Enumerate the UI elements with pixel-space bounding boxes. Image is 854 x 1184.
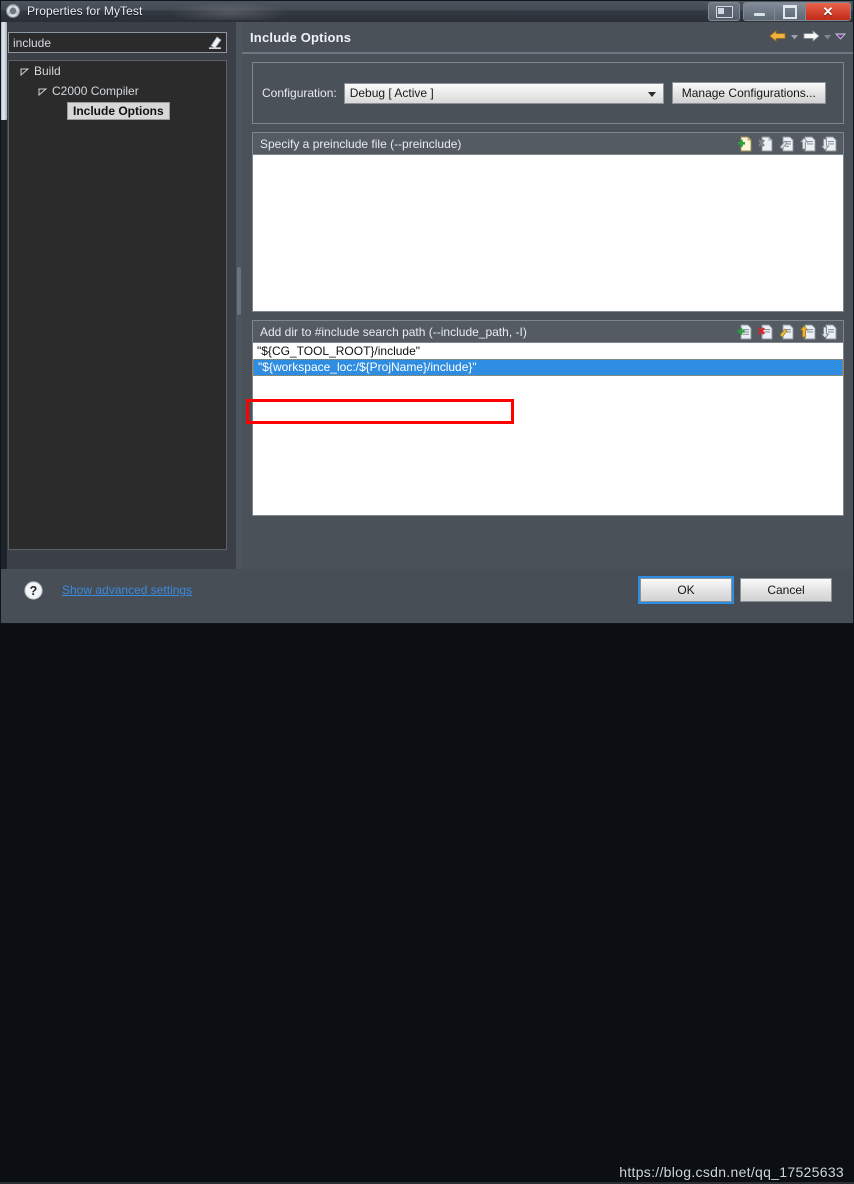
sidebar-item-label: C2000 Compiler [52, 84, 139, 98]
title-bar: Properties for MyTest ✕ [0, 0, 854, 23]
sidebar-item-label: Include Options [67, 102, 170, 120]
configuration-value: Debug [ Active ] [349, 86, 434, 100]
configuration-label: Configuration: [262, 86, 337, 100]
help-question-icon[interactable]: ? [24, 581, 43, 600]
include-path-title: Add dir to #include search path (--inclu… [260, 324, 527, 339]
sidebar-item-c2000-compiler[interactable]: C2000 Compiler [9, 81, 226, 101]
chevron-down-icon[interactable] [823, 26, 832, 46]
eraser-icon[interactable] [204, 33, 226, 52]
preinclude-header: Specify a preinclude file (--preinclude) [253, 133, 843, 155]
close-button[interactable]: ✕ [806, 3, 850, 20]
list-item[interactable]: "${workspace_loc:/${ProjName}/include}" [253, 359, 843, 376]
chevron-down-icon[interactable] [647, 91, 656, 97]
delete-item-icon[interactable] [757, 135, 774, 152]
add-item-icon[interactable] [736, 135, 753, 152]
dialog-footer: ? Show advanced settings OK Cancel https… [0, 569, 854, 1184]
list-item[interactable]: "${CG_TOOL_ROOT}/include" [253, 343, 843, 359]
footer-inner: ? Show advanced settings OK Cancel [6, 569, 848, 613]
sidebar-item-include-options[interactable]: Include Options [9, 101, 226, 121]
title-gloss [170, 2, 290, 20]
sidebar-item-build[interactable]: Build [9, 61, 226, 81]
watermark-text: https://blog.csdn.net/qq_17525633 [619, 1164, 844, 1180]
configuration-select[interactable]: Debug [ Active ] [343, 82, 664, 104]
settings-panel: Configuration: Debug [ Active ] Manage C… [242, 54, 854, 551]
arrow-right-icon[interactable] [802, 26, 820, 46]
filter-search-box[interactable] [8, 32, 227, 53]
configuration-group: Configuration: Debug [ Active ] Manage C… [252, 62, 844, 124]
expand-arrow-icon[interactable] [35, 87, 49, 96]
delete-item-icon[interactable] [757, 323, 774, 340]
restore-icon [715, 5, 733, 18]
search-input[interactable] [9, 34, 204, 51]
preinclude-list[interactable] [253, 155, 843, 311]
page-header: Include Options [242, 22, 854, 52]
settings-tree[interactable]: Build C2000 Compiler Include Options [8, 60, 227, 550]
ccs-app-icon [5, 3, 21, 19]
move-up-icon[interactable] [799, 135, 816, 152]
chevron-down-icon[interactable] [835, 26, 846, 46]
expand-arrow-icon[interactable] [17, 67, 31, 76]
include-path-toolbar [736, 323, 843, 340]
add-item-icon[interactable] [736, 323, 753, 340]
preinclude-group: Specify a preinclude file (--preinclude) [252, 132, 844, 312]
arrow-left-icon[interactable] [769, 26, 787, 46]
include-path-group: Add dir to #include search path (--inclu… [252, 320, 844, 516]
window-controls: ✕ [708, 2, 851, 21]
dialog-content: Build C2000 Compiler Include Options [0, 22, 854, 569]
svg-text:?: ? [30, 584, 38, 598]
edit-item-icon[interactable] [778, 135, 795, 152]
splitter-grip[interactable] [237, 267, 241, 315]
minimize-icon [753, 12, 765, 16]
preinclude-toolbar [736, 135, 843, 152]
include-path-list[interactable]: "${CG_TOOL_ROOT}/include" "${workspace_l… [253, 343, 843, 515]
close-icon: ✕ [822, 4, 834, 19]
move-up-icon[interactable] [799, 323, 816, 340]
filter-search-wrap [8, 32, 227, 53]
include-path-header: Add dir to #include search path (--inclu… [253, 321, 843, 343]
edit-item-icon[interactable] [778, 323, 795, 340]
window-button-group: ✕ [743, 2, 851, 21]
minimize-button[interactable] [744, 3, 775, 20]
page-nav-icons [769, 26, 846, 46]
window-title: Properties for MyTest [27, 4, 143, 18]
dialog-scrollbar[interactable] [0, 22, 7, 569]
page-title: Include Options [250, 29, 352, 45]
ok-button[interactable]: OK [640, 578, 732, 602]
sidebar-item-label: Build [34, 64, 61, 78]
properties-dialog: Properties for MyTest ✕ include Build C2… [0, 0, 854, 1184]
cancel-button[interactable]: Cancel [740, 578, 832, 602]
right-pane: Include Options Configuration: Debug [A… [242, 22, 854, 569]
manage-configurations-button[interactable]: Manage Configurations... [671, 82, 826, 104]
maximize-icon [783, 4, 797, 19]
scrollbar-thumb[interactable] [0, 22, 7, 120]
chevron-down-icon[interactable] [790, 26, 799, 46]
footer-buttons: OK Cancel [640, 578, 832, 602]
configuration-row: Configuration: Debug [ Active ] Manage C… [253, 63, 843, 123]
show-advanced-settings-link[interactable]: Show advanced settings [62, 583, 192, 597]
preinclude-title: Specify a preinclude file (--preinclude) [260, 136, 462, 151]
move-down-icon[interactable] [820, 135, 837, 152]
move-down-icon[interactable] [820, 323, 837, 340]
restore-window-button[interactable] [708, 2, 740, 21]
left-pane: Build C2000 Compiler Include Options [0, 22, 236, 569]
maximize-button[interactable] [775, 3, 806, 20]
